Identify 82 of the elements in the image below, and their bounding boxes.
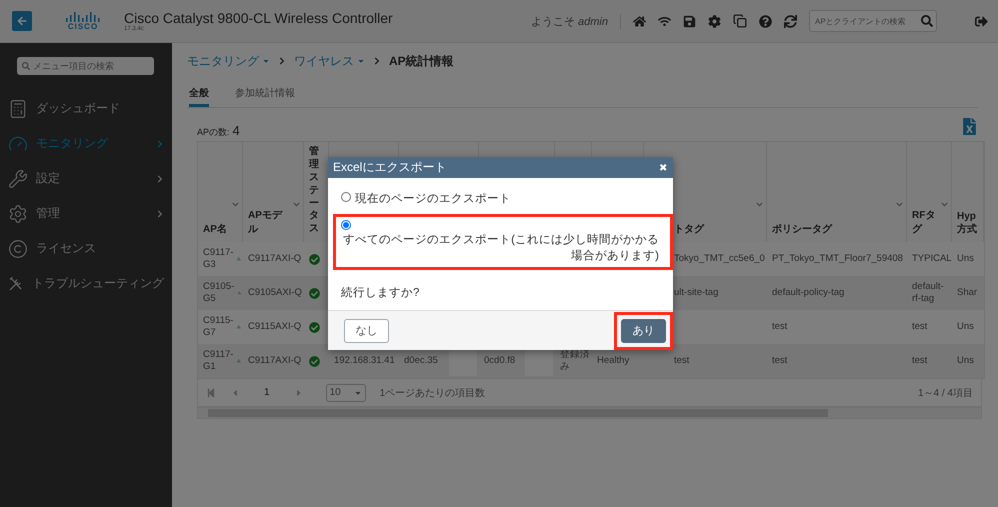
spreadsheet-icon[interactable] xyxy=(961,118,978,135)
sidebar-item[interactable]: トラブルシューティング xyxy=(0,266,172,301)
policy-tag-cell: default-policy-tag xyxy=(772,286,844,300)
ap-count: APの数: 4 xyxy=(197,123,240,139)
policy-tag-cell: PT_Tokyo_TMT_Floor7_59408 xyxy=(772,252,903,266)
network-icon xyxy=(237,322,241,332)
logo-bars-icon xyxy=(65,12,101,22)
ap-model-cell: C9117AXI-Q xyxy=(248,252,302,266)
arrow-left-icon xyxy=(17,16,27,26)
health-cell: Healthy xyxy=(597,354,630,368)
logo-text: CISCO xyxy=(68,22,98,30)
site-tag-cell: Tokyo_TMT_cc5e6_0 xyxy=(674,252,765,266)
home-icon[interactable] xyxy=(633,14,646,28)
item-count: 1～4 / 4項目 xyxy=(918,386,973,400)
refresh-icon[interactable] xyxy=(784,14,797,28)
cancel-button[interactable]: なし xyxy=(344,318,389,343)
mode-cell: Uns xyxy=(957,252,974,266)
site-tag-cell: ult-site-tag xyxy=(674,286,718,300)
ip-address-cell: 192.168.31.41 xyxy=(334,354,395,368)
confirm-button[interactable]: あり xyxy=(621,318,666,343)
ap-model-cell: C9115AXI-Q xyxy=(248,320,302,334)
mac-address-cell: d0ec.35 xyxy=(404,354,438,368)
close-button[interactable]: ✖ xyxy=(659,162,667,174)
page-size-select[interactable]: 10 xyxy=(326,384,366,402)
rf-tag-cell: test xyxy=(912,354,928,368)
policy-tag-cell: test xyxy=(772,354,788,368)
wifi-icon[interactable] xyxy=(658,14,671,28)
mode-cell: Uns xyxy=(957,320,974,334)
radio-button[interactable] xyxy=(341,220,351,230)
sidebar-item[interactable]: ダッシュボード xyxy=(0,91,172,126)
sidebar-item[interactable]: ライセンス xyxy=(0,231,172,266)
separator-icon xyxy=(278,57,286,65)
rf-tag-cell: test xyxy=(912,320,928,334)
keypad-icon xyxy=(8,98,28,118)
page-number: 1 xyxy=(263,387,271,398)
ap-model-cell: C9105AXI-Q xyxy=(248,286,302,300)
save-icon[interactable] xyxy=(683,14,696,28)
back-button[interactable] xyxy=(12,11,32,31)
search-icon[interactable] xyxy=(921,15,933,27)
sort-icon xyxy=(232,201,239,208)
menu-search-field[interactable]: メニュー項目の検索 xyxy=(17,57,154,75)
question-text: 続行しますか? xyxy=(341,286,420,300)
mode-cell: Shar xyxy=(957,286,978,300)
radio-button[interactable] xyxy=(341,192,351,202)
logout-icon[interactable] xyxy=(975,14,988,28)
network-icon xyxy=(237,254,241,264)
sort-icon xyxy=(293,201,300,208)
ap-name-cell: C9115-G7 xyxy=(203,314,234,340)
ap-name-cell: C9117-G3 xyxy=(203,246,234,272)
network-icon xyxy=(237,356,241,366)
dialog-title: Excelにエクスポート xyxy=(333,159,446,176)
wrench-icon xyxy=(8,168,28,188)
documents-icon[interactable] xyxy=(733,14,747,28)
tab[interactable]: 全般 xyxy=(189,86,209,107)
site-tag-cell: test xyxy=(674,354,690,368)
ap-name-cell: C9117-G1 xyxy=(203,348,234,374)
mac-address-cell: 0cd0.f8 xyxy=(484,354,516,368)
help-icon[interactable] xyxy=(759,14,772,28)
policy-tag-cell: test xyxy=(772,320,788,334)
welcome-text: ようこそ admin xyxy=(530,14,621,28)
settings-icon[interactable] xyxy=(708,14,721,28)
mode-cell: Uns xyxy=(957,354,974,368)
search-icon xyxy=(22,62,30,70)
rf-tag-cell: TYPICAL xyxy=(912,252,952,266)
separator-icon xyxy=(373,57,381,65)
sidebar-item[interactable]: 設定 xyxy=(0,161,172,196)
rf-tag-cell-text: default-rf-tag xyxy=(912,280,945,306)
sort-icon xyxy=(896,201,903,208)
ap-name-cell: C9105-G5 xyxy=(203,280,234,306)
copyright-icon xyxy=(8,238,28,258)
search-field[interactable]: APとクライアントの検索 xyxy=(809,10,937,32)
sort-icon xyxy=(941,201,948,208)
app-title: Cisco Catalyst 9800-CL Wireless Controller xyxy=(124,10,393,26)
tab[interactable]: 参加統計情報 xyxy=(235,86,295,107)
option-label: 現在のページのエクスポート xyxy=(355,192,511,207)
breadcrumb-link[interactable]: モニタリング xyxy=(187,52,270,70)
sidebar-item[interactable]: 管理 xyxy=(0,196,172,231)
page-size-label: 1ページあたりの項目数 xyxy=(380,386,486,400)
sort-icon xyxy=(756,201,763,208)
ap-model-cell: C9117AXI-Q xyxy=(248,354,302,368)
breadcrumb-link[interactable]: ワイヤレス xyxy=(294,52,365,70)
gear-icon xyxy=(8,204,28,224)
